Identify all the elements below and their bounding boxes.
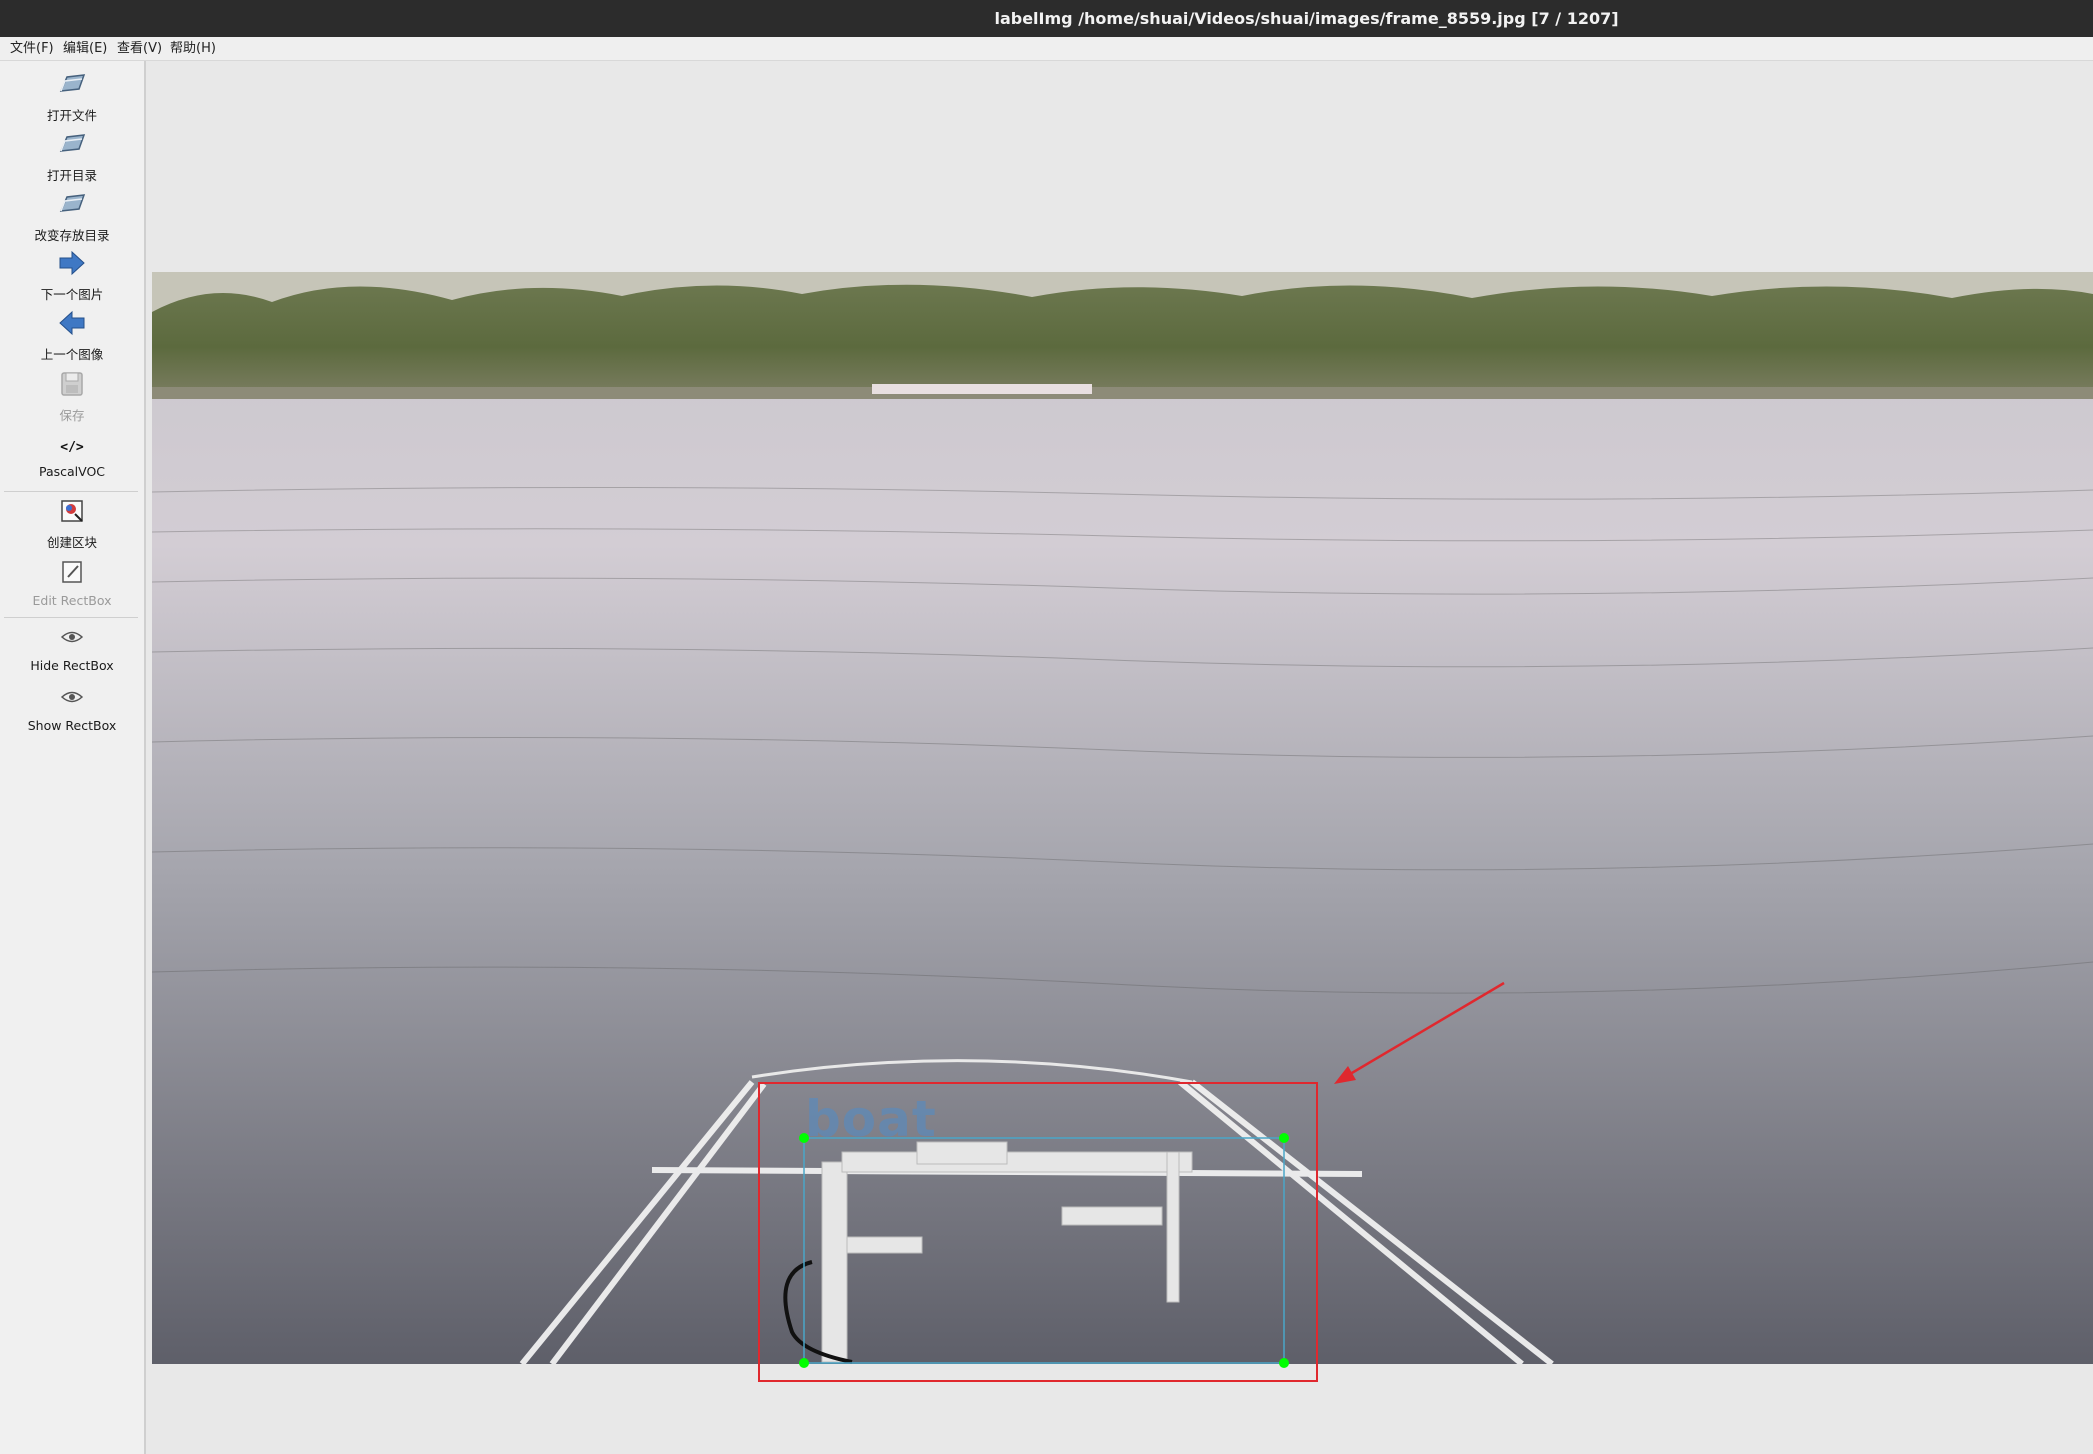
arrow-head-icon (1334, 1066, 1356, 1084)
bbox-vertex-handle[interactable] (799, 1358, 809, 1368)
bbox-vertex-handle[interactable] (1279, 1358, 1289, 1368)
bbox-class-label: boat (805, 1090, 937, 1148)
red-arrow-annotation (1339, 981, 1505, 1082)
annotation-overlay (758, 981, 1505, 1382)
bounding-box-boat[interactable] (803, 1137, 1285, 1364)
bbox-vertex-handle[interactable] (1279, 1133, 1289, 1143)
